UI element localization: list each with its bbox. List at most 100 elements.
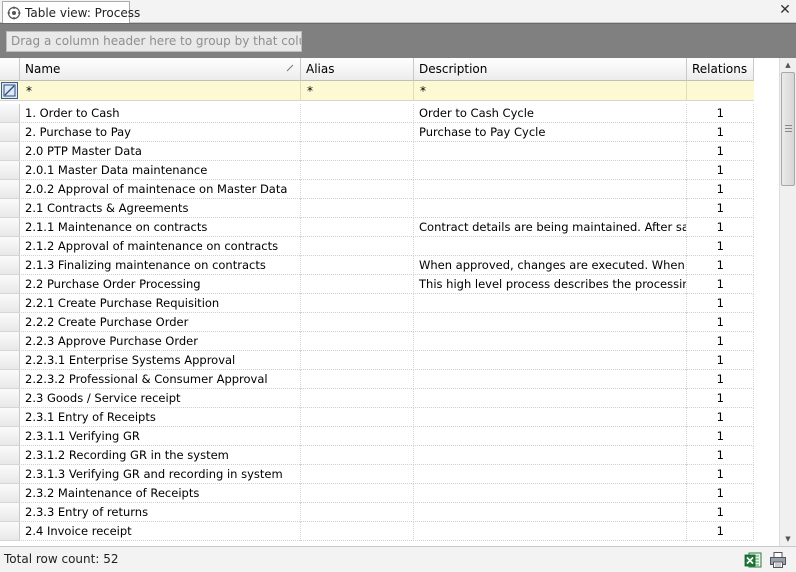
row-selector[interactable] xyxy=(0,180,20,199)
cell-name[interactable]: 2.2.3.1 Enterprise Systems Approval xyxy=(20,351,301,370)
table-row[interactable]: 2.2.3.1 Enterprise Systems Approval 1 xyxy=(0,351,754,370)
group-by-panel[interactable]: Drag a column header here to group by th… xyxy=(0,23,796,58)
cell-description[interactable] xyxy=(414,161,687,180)
cell-relations[interactable]: 1 xyxy=(687,180,754,199)
table-row[interactable]: 2. Purchase to Pay Purchase to Pay Cycle 1 xyxy=(0,123,754,142)
cell-description[interactable] xyxy=(414,503,687,522)
cell-relations[interactable]: 1 xyxy=(687,294,754,313)
column-header-description[interactable]: Description xyxy=(414,58,687,81)
vertical-scrollbar[interactable]: ▲ ▼ xyxy=(779,58,796,546)
row-selector[interactable] xyxy=(0,503,20,522)
cell-alias[interactable] xyxy=(301,161,414,180)
cell-relations[interactable]: 1 xyxy=(687,199,754,218)
cell-description[interactable] xyxy=(414,465,687,484)
row-selector[interactable] xyxy=(0,389,20,408)
cell-alias[interactable] xyxy=(301,446,414,465)
row-selector[interactable] xyxy=(0,161,20,180)
table-row[interactable]: 2.1.1 Maintenance on contracts Contract d… xyxy=(0,218,754,237)
table-row[interactable]: 2.0 PTP Master Data 1 xyxy=(0,142,754,161)
column-header-name[interactable]: Name xyxy=(20,58,301,81)
table-row[interactable]: 2.1.3 Finalizing maintenance on contract… xyxy=(0,256,754,275)
cell-description[interactable]: Purchase to Pay Cycle xyxy=(414,123,687,142)
cell-description[interactable] xyxy=(414,180,687,199)
cell-description[interactable] xyxy=(414,427,687,446)
row-selector[interactable] xyxy=(0,351,20,370)
table-row[interactable]: 2.0.2 Approval of maintenace on Master D… xyxy=(0,180,754,199)
cell-relations[interactable]: 1 xyxy=(687,161,754,180)
row-selector[interactable] xyxy=(0,199,20,218)
cell-name[interactable]: 2.2 Purchase Order Processing xyxy=(20,275,301,294)
cell-description[interactable] xyxy=(414,351,687,370)
row-selector[interactable] xyxy=(0,275,20,294)
cell-description[interactable]: Contract details are being maintained. A… xyxy=(414,218,687,237)
cell-description[interactable] xyxy=(414,370,687,389)
cell-relations[interactable]: 1 xyxy=(687,256,754,275)
cell-alias[interactable] xyxy=(301,389,414,408)
cell-alias[interactable] xyxy=(301,313,414,332)
cell-name[interactable]: 2. Purchase to Pay xyxy=(20,123,301,142)
cell-description[interactable] xyxy=(414,237,687,256)
cell-description[interactable]: This high level process describes the pr… xyxy=(414,275,687,294)
row-selector[interactable] xyxy=(0,313,20,332)
close-icon[interactable]: ✕ xyxy=(778,2,792,18)
cell-description[interactable] xyxy=(414,389,687,408)
filter-row-selector-icon[interactable] xyxy=(1,82,18,99)
cell-description[interactable] xyxy=(414,142,687,161)
cell-relations[interactable]: 1 xyxy=(687,465,754,484)
cell-alias[interactable] xyxy=(301,427,414,446)
cell-name[interactable]: 2.0.1 Master Data maintenance xyxy=(20,161,301,180)
table-row[interactable]: 2.4 Invoice receipt 1 xyxy=(0,522,754,541)
table-row[interactable]: 2.1.2 Approval of maintenance on contrac… xyxy=(0,237,754,256)
row-selector[interactable] xyxy=(0,408,20,427)
table-row[interactable]: 2.3.1.1 Verifying GR 1 xyxy=(0,427,754,446)
cell-name[interactable]: 2.1.2 Approval of maintenance on contrac… xyxy=(20,237,301,256)
cell-name[interactable]: 2.2.1 Create Purchase Requisition xyxy=(20,294,301,313)
cell-alias[interactable] xyxy=(301,218,414,237)
cell-alias[interactable] xyxy=(301,275,414,294)
table-row[interactable]: 2.3.1.3 Verifying GR and recording in sy… xyxy=(0,465,754,484)
row-selector[interactable] xyxy=(0,218,20,237)
column-header-relations[interactable]: Relations xyxy=(687,58,754,81)
table-row[interactable]: 2.2 Purchase Order Processing This high l… xyxy=(0,275,754,294)
cell-alias[interactable] xyxy=(301,465,414,484)
cell-relations[interactable]: 1 xyxy=(687,389,754,408)
cell-alias[interactable] xyxy=(301,180,414,199)
filter-name-input[interactable]: * xyxy=(20,81,301,101)
table-row[interactable]: 2.2.2 Create Purchase Order 1 xyxy=(0,313,754,332)
cell-alias[interactable] xyxy=(301,237,414,256)
cell-relations[interactable]: 1 xyxy=(687,237,754,256)
row-selector[interactable] xyxy=(0,256,20,275)
row-selector[interactable] xyxy=(0,237,20,256)
table-row[interactable]: 2.1 Contracts & Agreements 1 xyxy=(0,199,754,218)
column-header-alias[interactable]: Alias xyxy=(301,58,414,81)
row-selector[interactable] xyxy=(0,465,20,484)
cell-name[interactable]: 2.3 Goods / Service receipt xyxy=(20,389,301,408)
cell-alias[interactable] xyxy=(301,408,414,427)
table-row[interactable]: 2.3.3 Entry of returns 1 xyxy=(0,503,754,522)
cell-name[interactable]: 2.2.3 Approve Purchase Order xyxy=(20,332,301,351)
cell-description[interactable]: When approved, changes are executed. Whe… xyxy=(414,256,687,275)
cell-name[interactable]: 2.2.2 Create Purchase Order xyxy=(20,313,301,332)
cell-relations[interactable]: 1 xyxy=(687,408,754,427)
table-row[interactable]: 2.0.1 Master Data maintenance 1 xyxy=(0,161,754,180)
cell-name[interactable]: 2.3.1 Entry of Receipts xyxy=(20,408,301,427)
cell-alias[interactable] xyxy=(301,370,414,389)
cell-name[interactable]: 2.0.2 Approval of maintenace on Master D… xyxy=(20,180,301,199)
cell-name[interactable]: 2.3.1.3 Verifying GR and recording in sy… xyxy=(20,465,301,484)
table-row[interactable]: 2.3.1 Entry of Receipts 1 xyxy=(0,408,754,427)
table-row[interactable]: 2.3.2 Maintenance of Receipts 1 xyxy=(0,484,754,503)
cell-alias[interactable] xyxy=(301,351,414,370)
table-row[interactable]: 2.3.1.2 Recording GR in the system 1 xyxy=(0,446,754,465)
cell-alias[interactable] xyxy=(301,142,414,161)
cell-relations[interactable]: 1 xyxy=(687,351,754,370)
row-selector[interactable] xyxy=(0,104,20,123)
cell-relations[interactable]: 1 xyxy=(687,370,754,389)
cell-name[interactable]: 2.3.1.2 Recording GR in the system xyxy=(20,446,301,465)
row-selector[interactable] xyxy=(0,446,20,465)
row-selector[interactable] xyxy=(0,123,20,142)
row-selector[interactable] xyxy=(0,484,20,503)
cell-relations[interactable]: 1 xyxy=(687,427,754,446)
cell-relations[interactable]: 1 xyxy=(687,446,754,465)
cell-alias[interactable] xyxy=(301,332,414,351)
cell-description[interactable] xyxy=(414,408,687,427)
